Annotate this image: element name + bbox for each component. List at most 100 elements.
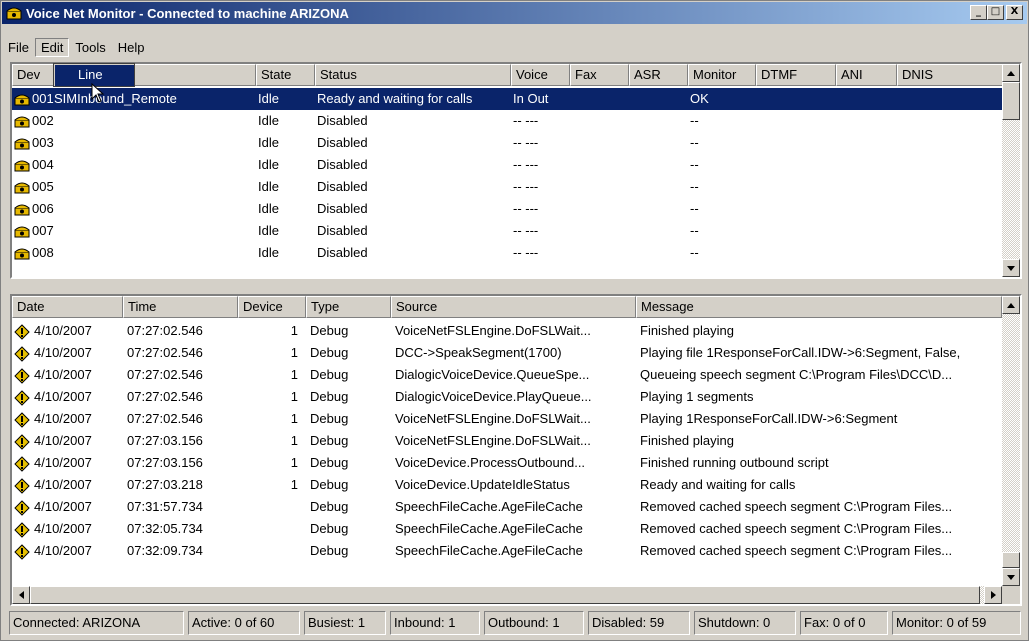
log-row[interactable]: 4/10/2007 07:32:05.734 Debug SpeechFileCach…	[12, 518, 1002, 540]
log-source: DialogicVoiceDevice.PlayQueue...	[395, 389, 592, 404]
line-row[interactable]: 005 Idle Disabled -- --- --	[12, 176, 1003, 198]
line-voice: -- ---	[513, 157, 539, 172]
log-scroll-up-button[interactable]	[1002, 296, 1020, 314]
line-cell-empty	[895, 110, 1001, 132]
col-fax[interactable]: Fax	[570, 64, 629, 86]
log-source: VoiceDevice.ProcessOutbound...	[395, 455, 586, 470]
scroll-up-button[interactable]	[1002, 64, 1020, 82]
log-cell-device: 1	[238, 342, 306, 364]
lines-list[interactable]: Dev er State Status Voice Fax ASR Monito…	[10, 62, 1022, 279]
window-title: Voice Net Monitor - Connected to machine…	[26, 5, 349, 21]
log-time: 07:27:02.546	[127, 323, 203, 338]
line-dev: 005	[32, 179, 54, 194]
col-asr[interactable]: ASR	[629, 64, 688, 86]
col-dev[interactable]: Dev	[12, 64, 56, 86]
line-cell-empty	[754, 132, 834, 154]
log-scroll-thumb[interactable]	[1002, 552, 1020, 568]
line-cell-state: Idle	[254, 198, 313, 220]
status-connected: Connected: ARIZONA	[9, 611, 184, 635]
line-cell-status: Disabled	[313, 242, 509, 264]
phone-icon	[14, 138, 30, 150]
line-row[interactable]: 006 Idle Disabled -- --- --	[12, 198, 1003, 220]
log-message: Finished playing	[640, 433, 734, 448]
close-button[interactable]: X	[1006, 5, 1023, 20]
log-row[interactable]: 4/10/2007 07:27:03.156 1 Debug VoiceNetFSLEn…	[12, 430, 1002, 452]
log-row[interactable]: 4/10/2007 07:27:02.546 1 Debug DCC->SpeakSeg…	[12, 342, 1002, 364]
log-cell-date: 4/10/2007	[12, 386, 123, 408]
line-monitor: OK	[690, 91, 709, 106]
col-voice[interactable]: Voice	[511, 64, 570, 86]
col-status[interactable]: Status	[315, 64, 511, 86]
line-cell-empty	[754, 242, 834, 264]
log-row[interactable]: 4/10/2007 07:27:03.156 1 Debug VoiceDevice.P…	[12, 452, 1002, 474]
log-time: 07:32:09.734	[127, 543, 203, 558]
col-source[interactable]: Source	[391, 296, 636, 318]
log-row[interactable]: 4/10/2007 07:27:02.546 1 Debug DialogicVoice…	[12, 364, 1002, 386]
log-hscroll[interactable]	[12, 586, 1002, 604]
col-monitor[interactable]: Monitor	[688, 64, 756, 86]
log-row[interactable]: 4/10/2007 07:32:09.734 Debug SpeechFileCach…	[12, 540, 1002, 562]
log-cell-time: 07:27:03.156	[123, 452, 238, 474]
log-time: 07:31:57.734	[127, 499, 203, 514]
menu-tools[interactable]: Tools	[69, 38, 111, 57]
line-cell-handler	[54, 154, 254, 176]
log-row[interactable]: 4/10/2007 07:27:02.546 1 Debug VoiceNetFSLEn…	[12, 408, 1002, 430]
log-cell-date: 4/10/2007	[12, 496, 123, 518]
lines-vscroll[interactable]	[1002, 64, 1020, 277]
line-row[interactable]: 007 Idle Disabled -- --- --	[12, 220, 1003, 242]
log-cell-device	[238, 518, 306, 540]
line-dev: 007	[32, 223, 54, 238]
phone-icon	[14, 182, 30, 194]
log-time: 07:27:03.156	[127, 433, 203, 448]
log-vscroll[interactable]	[1002, 296, 1020, 586]
log-time: 07:32:05.734	[127, 521, 203, 536]
log-cell-device: 1	[238, 452, 306, 474]
col-ani[interactable]: ANI	[836, 64, 897, 86]
line-cell-empty	[834, 242, 895, 264]
log-list[interactable]: Date Time Device Type Source Message 4/1…	[10, 294, 1022, 606]
log-cell-message: Removed cached speech segment C:\Program…	[636, 496, 1002, 518]
log-cell-source: VoiceDevice.ProcessOutbound...	[391, 452, 636, 474]
lines-scroll-thumb[interactable]	[1002, 82, 1020, 120]
line-row[interactable]: 003 Idle Disabled -- --- --	[12, 132, 1003, 154]
log-device: 1	[290, 455, 298, 470]
line-row[interactable]: 008 Idle Disabled -- --- --	[12, 242, 1003, 264]
col-message[interactable]: Message	[636, 296, 1002, 318]
line-row[interactable]: 004 Idle Disabled -- --- --	[12, 154, 1003, 176]
title-bar[interactable]: Voice Net Monitor - Connected to machine…	[2, 2, 1027, 24]
log-row[interactable]: 4/10/2007 07:31:57.734 Debug SpeechFileCach…	[12, 496, 1002, 518]
menu-file[interactable]: File	[2, 38, 35, 57]
maximize-button[interactable]: □	[987, 5, 1004, 20]
col-type[interactable]: Type	[306, 296, 391, 318]
line-cell-state: Idle	[254, 132, 313, 154]
log-cell-message: Finished playing	[636, 430, 1002, 452]
scroll-down-button[interactable]	[1002, 259, 1020, 277]
log-row[interactable]: 4/10/2007 07:27:03.218 1 Debug VoiceDevice.U…	[12, 474, 1002, 496]
line-cell-empty	[627, 110, 686, 132]
log-cell-time: 07:27:03.156	[123, 430, 238, 452]
log-date: 4/10/2007	[34, 389, 92, 404]
line-cell-empty	[627, 132, 686, 154]
line-state: Idle	[258, 245, 279, 260]
log-scroll-down-button[interactable]	[1002, 568, 1020, 586]
line-cell-monitor: --	[686, 220, 754, 242]
col-device[interactable]: Device	[238, 296, 306, 318]
log-row[interactable]: 4/10/2007 07:27:02.546 1 Debug DialogicVoice…	[12, 386, 1002, 408]
line-row[interactable]: 001 SIMInbound_Remote Idle Ready and waitin…	[12, 88, 1003, 110]
menu-edit[interactable]: Edit	[34, 37, 70, 57]
line-row[interactable]: 002 Idle Disabled -- --- --	[12, 110, 1003, 132]
col-dnis[interactable]: DNIS	[897, 64, 1003, 86]
col-date[interactable]: Date	[12, 296, 123, 318]
col-dtmf[interactable]: DTMF	[756, 64, 836, 86]
line-cell-empty	[834, 198, 895, 220]
scroll-right-button[interactable]	[984, 586, 1002, 604]
col-time[interactable]: Time	[123, 296, 238, 318]
menu-help[interactable]: Help	[112, 38, 151, 57]
minimize-button[interactable]: _	[970, 5, 987, 20]
log-message: Finished running outbound script	[640, 455, 829, 470]
log-hscroll-thumb[interactable]	[30, 586, 980, 604]
log-row[interactable]: 4/10/2007 07:27:02.546 1 Debug VoiceNetFSLEn…	[12, 320, 1002, 342]
log-cell-type: Debug	[306, 474, 391, 496]
col-state[interactable]: State	[256, 64, 315, 86]
scroll-left-button[interactable]	[12, 586, 30, 604]
